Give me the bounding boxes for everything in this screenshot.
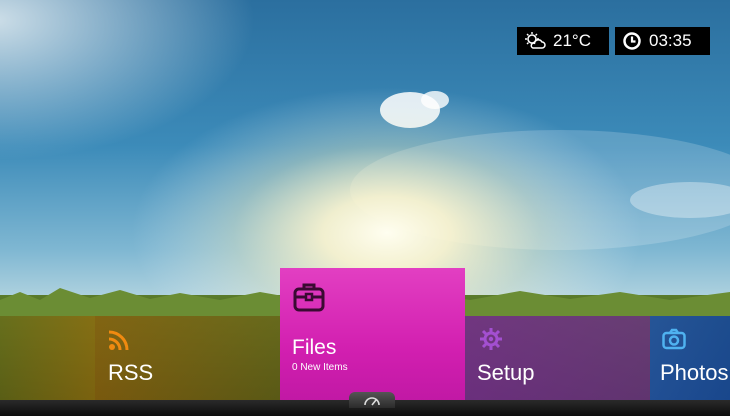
clock-icon: [623, 32, 641, 50]
briefcase-icon: [293, 283, 325, 312]
menu-item-setup[interactable]: Setup: [465, 316, 650, 400]
menu-item-label: RSS: [108, 360, 154, 385]
dashboard-gauge-icon: [364, 397, 380, 406]
menu-item-photos[interactable]: Photos: [650, 316, 730, 400]
menu-item-subtitle: 0 New Items: [292, 362, 348, 373]
temperature-value: 21°C: [553, 31, 591, 50]
partly-cloudy-icon: [525, 32, 546, 49]
menu-item-label: Setup: [477, 360, 535, 385]
time-value: 03:35: [649, 31, 692, 50]
menu-item-rss[interactable]: RSS: [95, 316, 280, 400]
rss-icon: [108, 330, 129, 351]
menu-tile-partial-left[interactable]: [0, 316, 95, 400]
weather-widget: 21°C: [517, 27, 609, 55]
clock-widget: 03:35: [615, 27, 710, 55]
menu-item-files[interactable]: Files 0 New Items: [280, 268, 465, 404]
gear-icon: [480, 328, 502, 350]
camera-icon: [662, 328, 686, 350]
menu-item-label: Photos: [660, 360, 729, 385]
dashboard-handle[interactable]: [349, 392, 395, 408]
menu-item-label: Files: [292, 336, 337, 359]
home-screen: 21°C 03:35 RSS Files 0 New Items Setup P…: [0, 0, 730, 416]
